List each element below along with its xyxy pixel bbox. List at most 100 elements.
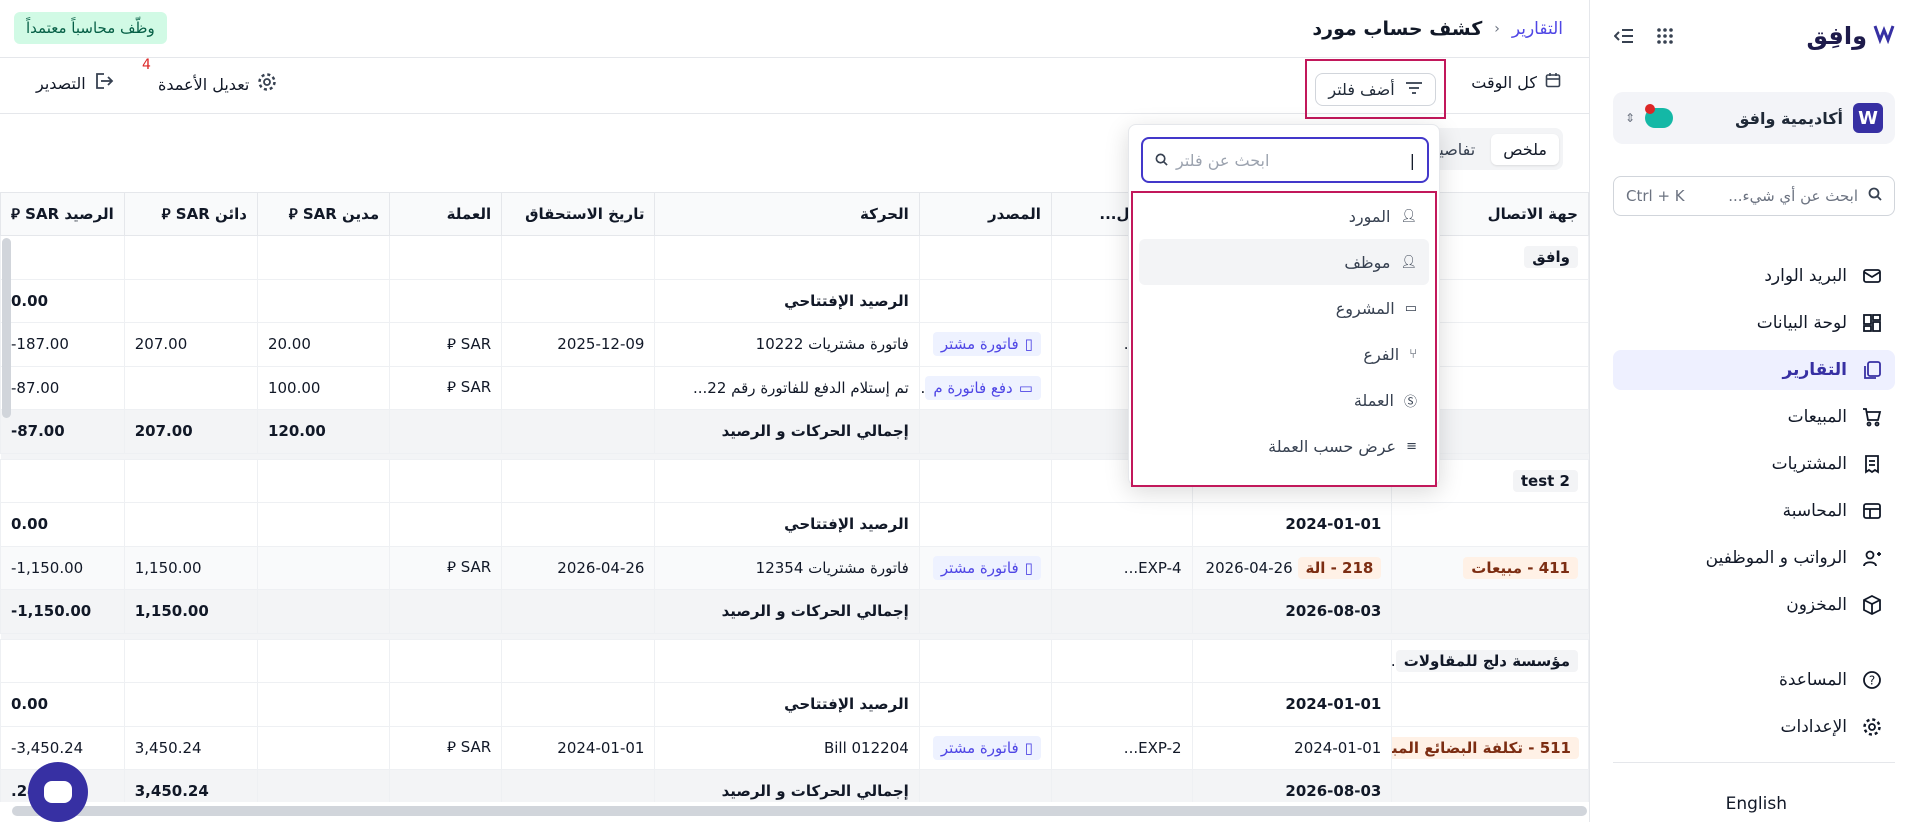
total-debit: 120.00 [256, 409, 391, 454]
total-balance: -87.00 [0, 409, 125, 454]
row-number[interactable]: EXP-2... [1050, 725, 1193, 770]
svg-text:?: ? [1869, 674, 1875, 688]
row-currency: SAR ⃁ [389, 545, 503, 590]
source-label: فاتورة مشتر [940, 335, 1019, 354]
breadcrumb-reports-link[interactable]: التقارير [1512, 19, 1563, 39]
chat-launcher[interactable] [28, 762, 88, 822]
currency-icon: Ⓢ [1403, 394, 1417, 410]
total-balance: -1,150.00 [0, 589, 125, 634]
row-source-cell: ▯ فاتورة مشتر [918, 545, 1052, 590]
filter-icon [1405, 80, 1423, 99]
nav-item-help[interactable]: ? المساعدة [1613, 660, 1895, 700]
filter-option-employee[interactable]: 👤︎ موظف [1139, 239, 1429, 285]
box-icon [1861, 594, 1883, 616]
col-source[interactable]: المصدر [918, 192, 1052, 236]
row-due: 2024-01-01 [501, 725, 656, 770]
horizontal-scrollbar[interactable] [12, 806, 1587, 816]
filter-option-label: موظف [1344, 252, 1391, 272]
table-row[interactable]: 411 - مبيعات 218 - الة 2026-04-26 EXP-4.… [0, 545, 1589, 590]
source-tag[interactable]: ▯ فاتورة مشتر [932, 555, 1041, 580]
nav-item-settings[interactable]: الإعدادات [1613, 707, 1895, 747]
group-name[interactable]: test 2 [1512, 469, 1578, 492]
filter-option-project[interactable]: ▭ المشروع [1133, 285, 1435, 331]
filter-option-branch[interactable]: ⑂ الفرع [1133, 331, 1435, 377]
period-selector[interactable]: كل الوقت [1471, 72, 1561, 92]
export-label: التصدير [36, 73, 86, 93]
total-credit: 207.00 [123, 409, 258, 454]
filter-option-label: الفرع [1363, 344, 1400, 364]
nav-item-inventory[interactable]: المخزون [1613, 585, 1895, 625]
global-search[interactable]: ابحث عن أي شيء... Ctrl + K [1613, 176, 1895, 216]
chat-icon [44, 781, 72, 803]
inbox-icon [1861, 265, 1883, 287]
org-switcher[interactable]: W أكاديمية وافق ⇕ [1613, 92, 1895, 144]
bill-icon: ▯ [1024, 558, 1033, 577]
period-label: كل الوقت [1471, 72, 1537, 92]
col-due-date[interactable]: تاريخ الاستحقاق [501, 192, 656, 236]
filter-search-input[interactable]: | ابحث عن فلتر [1141, 137, 1429, 183]
sidebar-divider [1613, 762, 1895, 763]
breadcrumb: التقارير ‹ كشف حساب مورد [1312, 18, 1563, 40]
total-debit [256, 769, 391, 802]
main-content: التقارير ‹ كشف حساب مورد وظّف محاسباً مع… [0, 0, 1589, 822]
collapse-sidebar-icon[interactable] [1613, 26, 1634, 50]
col-movement[interactable]: الحركة [654, 192, 920, 236]
org-logo: W [1853, 103, 1883, 133]
filter-option-currency[interactable]: Ⓢ العملة [1133, 377, 1435, 423]
user-icon: 👤︎ [1400, 254, 1417, 270]
col-balance[interactable]: الرصيد SAR ⃁ [0, 192, 125, 236]
hire-accountant-button[interactable]: وظّف محاسباً معتمداً [14, 12, 167, 44]
filter-option-supplier[interactable]: 👤︎ المورد [1133, 193, 1435, 239]
row-currency: SAR ⃁ [389, 365, 503, 410]
payment-icon: ▭ [1018, 378, 1033, 397]
vertical-scrollbar[interactable] [2, 238, 11, 418]
group-total-row: 2026-08-03 إجمالي الحركات و الرصيد 1,150… [0, 589, 1589, 634]
nav-item-reports[interactable]: التقارير [1613, 350, 1895, 390]
source-tag[interactable]: ▯ فاتورة مشتر [932, 735, 1041, 760]
opening-date: 2024-01-01 [1191, 502, 1393, 547]
main-nav: البريد الوارد لوحة البيانات التقارير الم… [1613, 256, 1895, 754]
total-label: إجمالي الحركات و الرصيد [654, 589, 920, 634]
opening-balance: 0.00 [0, 682, 125, 727]
columns-count-badge: 4 [142, 57, 151, 73]
row-movement: Bill 012204 [654, 725, 920, 770]
filter-option-view-by-currency[interactable]: ≡ عرض حسب العملة [1133, 423, 1435, 469]
row-number[interactable]: EXP-4... [1050, 545, 1193, 590]
source-tag[interactable]: ▭ دفع فاتورة م [925, 375, 1041, 400]
nav-item-accounting[interactable]: المحاسبة [1613, 491, 1895, 531]
export-button[interactable]: التصدير [36, 72, 114, 94]
notification-avatar-icon [1645, 104, 1674, 128]
group-name[interactable]: وافق [1524, 246, 1578, 269]
row-source-cell: ▭ دفع فاتورة م [918, 365, 1052, 410]
filter-icon: ≡ [1406, 438, 1417, 454]
add-filter-button[interactable]: أضف فلتر [1315, 72, 1436, 106]
row-credit: 1,150.00 [123, 545, 258, 590]
table-row[interactable]: 511 - تكلفة البضائع المباع 2024-01-01 EX… [0, 725, 1589, 770]
col-currency[interactable]: العملة [389, 192, 503, 236]
opening-balance: 0.00 [0, 278, 125, 323]
nav-item-payroll[interactable]: الرواتب و الموظفين [1613, 538, 1895, 578]
gear-icon [257, 72, 277, 96]
nav-item-purchases[interactable]: المشتريات [1613, 444, 1895, 484]
total-credit: 1,150.00 [123, 589, 258, 634]
col-debit[interactable]: مدين SAR ⃁ [256, 192, 391, 236]
search-icon [1868, 187, 1882, 205]
nav-item-dashboard[interactable]: لوحة البيانات [1613, 303, 1895, 343]
ledger-icon [1861, 500, 1883, 522]
nav-item-sales[interactable]: المبيعات [1613, 397, 1895, 437]
group-name[interactable]: مؤسسة دلج للمقاولات [1395, 649, 1578, 672]
col-credit[interactable]: دائن SAR ⃁ [123, 192, 258, 236]
gear-icon [1861, 716, 1883, 738]
logo-text: وافِق [1806, 22, 1868, 50]
source-tag[interactable]: ▯ فاتورة مشتر [932, 332, 1041, 357]
logo[interactable]: وافِق [1807, 22, 1896, 50]
tab-summary[interactable]: ملخص [1491, 133, 1559, 165]
chevron-updown-icon: ⇕ [1625, 111, 1636, 125]
total-label: إجمالي الحركات و الرصيد [654, 769, 920, 802]
nav-item-inbox[interactable]: البريد الوارد [1613, 256, 1895, 296]
language-switch[interactable]: English [1726, 794, 1787, 814]
row-currency: SAR ⃁ [389, 322, 503, 367]
edit-columns-button[interactable]: تعديل الأعمدة [158, 72, 277, 96]
row-due: 2026-04-26 [501, 545, 656, 590]
apps-grid-icon[interactable] [1656, 26, 1674, 50]
